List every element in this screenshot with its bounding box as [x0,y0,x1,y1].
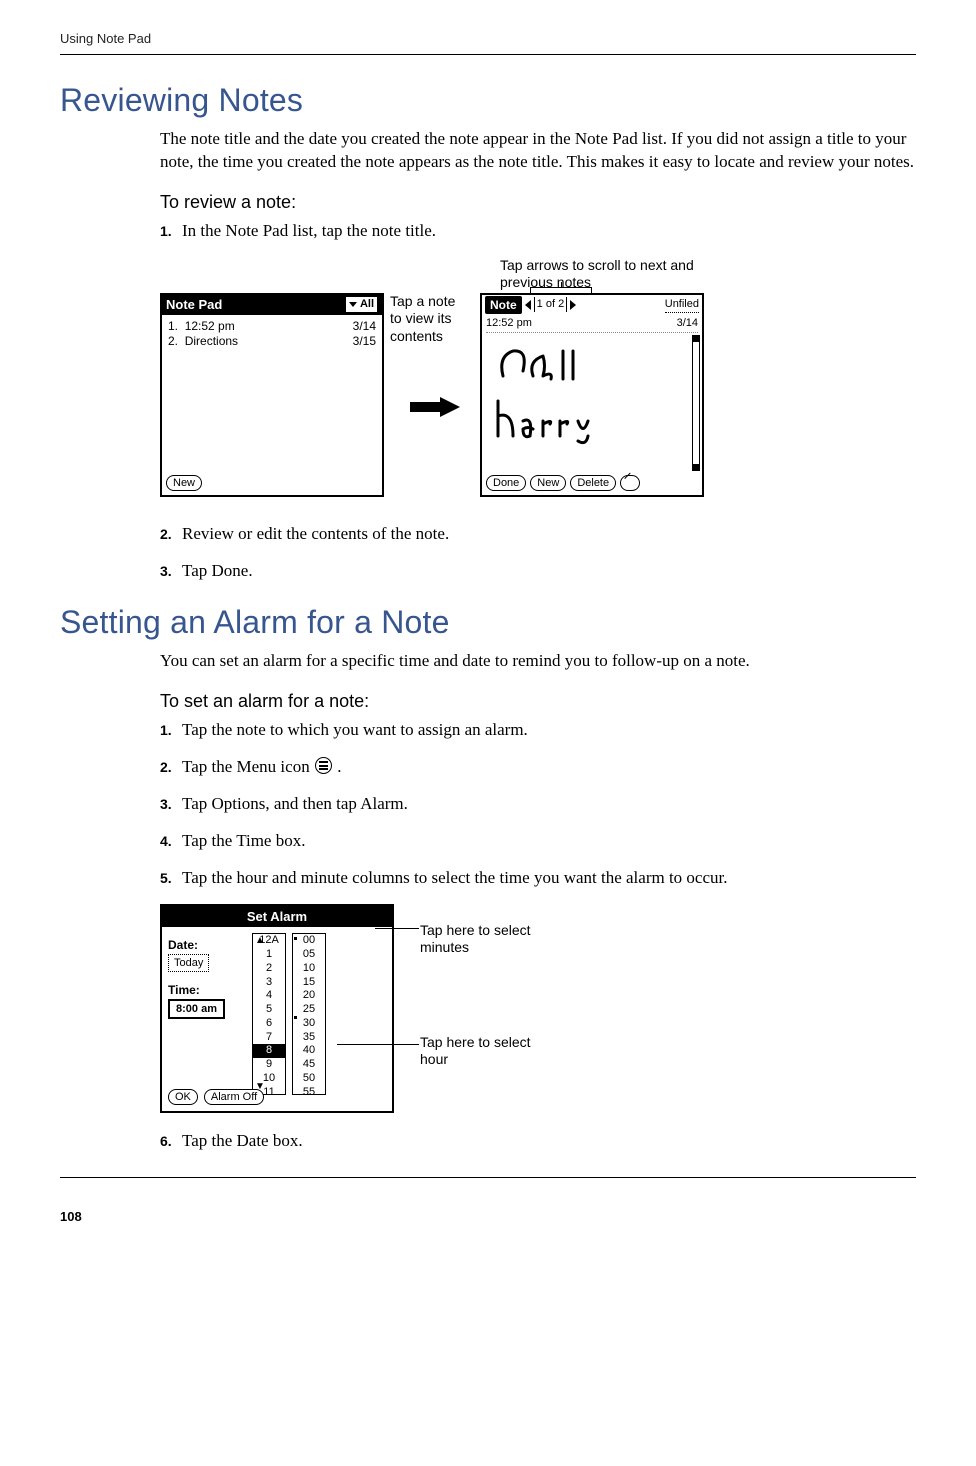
step-number: 6. [160,1130,182,1153]
step-text: Review or edit the contents of the note. [182,523,916,546]
alarm-off-button[interactable]: Alarm Off [204,1089,264,1105]
intro-paragraph-1: The note title and the date you created … [160,128,916,174]
intro-paragraph-2: You can set an alarm for a specific time… [160,650,916,673]
category-label[interactable]: Unfiled [665,297,699,313]
callout-select-minutes: Tap here to select minutes [420,922,550,957]
section-title-alarm: Setting an Alarm for a Note [60,601,916,644]
category-selector[interactable]: All [345,296,378,313]
note-list-row[interactable]: 2. Directions 3/15 [168,334,376,350]
bottom-rule [60,1177,916,1178]
category-label: All [360,297,374,312]
step-text: Tap the hour and minute columns to selec… [182,867,916,890]
dropdown-triangle-icon [349,302,357,307]
step-number: 2. [160,756,182,779]
page-number: 108 [60,1208,916,1226]
done-button[interactable]: Done [486,475,526,491]
scroll-up-icon[interactable]: ▲ [255,935,265,948]
step-number: 1. [160,719,182,742]
step-text: In the Note Pad list, tap the note title… [182,220,916,243]
step-number: 3. [160,793,182,816]
step-text: Tap Options, and then tap Alarm. [182,793,916,816]
delete-button[interactable]: Delete [570,475,616,491]
note-detail-screen: Note 1 of 2 Unfiled 12:52 pm 3/14 [480,293,704,497]
dialog-title: Set Alarm [162,906,392,928]
vertical-scrollbar[interactable] [692,335,700,471]
new-button[interactable]: New [530,475,566,491]
notepad-titlebar: Note Pad All [162,295,382,315]
pen-icon[interactable] [620,475,640,491]
subhead-review-note: To review a note: [160,190,916,214]
top-rule [60,54,916,55]
step-number: 5. [160,867,182,890]
menu-icon [315,757,332,774]
step-number: 2. [160,523,182,546]
new-button[interactable]: New [166,475,202,491]
time-label: Time: [168,982,246,998]
date-box[interactable]: Today [168,954,209,973]
leader-line [375,928,419,929]
next-note-arrow-icon[interactable] [570,300,576,310]
step-text: Tap the Date box. [182,1130,916,1153]
running-head: Using Note Pad [60,30,916,48]
notepad-title-label: Note Pad [166,296,222,314]
step-number: 1. [160,220,182,243]
ok-button[interactable]: OK [168,1089,198,1105]
minute-marker-icon [294,937,297,940]
hour-column[interactable]: ▲ 12A 1 2 3 4 5 6 7 8 9 10 11 ▼ [252,933,286,1095]
selected-hour: 8 [253,1044,285,1058]
step-number: 4. [160,830,182,853]
step-text: Tap Done. [182,560,916,583]
step-text: Tap the note to which you want to assign… [182,719,916,742]
handwriting-canvas[interactable] [488,341,658,451]
minute-column[interactable]: 00 05 10 15 20 25 30 35 40 45 50 55 [292,933,326,1095]
subhead-set-alarm: To set an alarm for a note: [160,689,916,713]
note-label: Note [485,296,522,314]
minute-marker-icon [294,1016,297,1019]
figure-set-alarm: Set Alarm Date: Today Time: 8:00 am ▲ 12… [160,904,916,1124]
note-counter: 1 of 2 [534,297,568,312]
note-date: 3/14 [677,316,698,331]
callout-select-hour: Tap here to select hour [420,1034,550,1069]
time-box[interactable]: 8:00 am [168,999,225,1020]
step-number: 3. [160,560,182,583]
step-text: Tap the Menu icon . [182,756,916,779]
note-list-row[interactable]: 1. 12:52 pm 3/14 [168,319,376,335]
date-label: Date: [168,937,246,953]
notepad-list-screen: Note Pad All 1. 12:52 pm 3/14 2. Directi… [160,293,384,497]
arrow-right-icon [410,397,460,417]
callout-tap-note: Tap a note to view its contents [390,293,470,346]
figure-review-note: Tap arrows to scroll to next and previou… [160,257,916,517]
leader-line [337,1044,419,1045]
set-alarm-dialog: Set Alarm Date: Today Time: 8:00 am ▲ 12… [160,904,394,1113]
note-time: 12:52 pm [486,316,532,331]
section-title-reviewing: Reviewing Notes [60,79,916,122]
step-text: Tap the Time box. [182,830,916,853]
prev-note-arrow-icon[interactable] [525,300,531,310]
